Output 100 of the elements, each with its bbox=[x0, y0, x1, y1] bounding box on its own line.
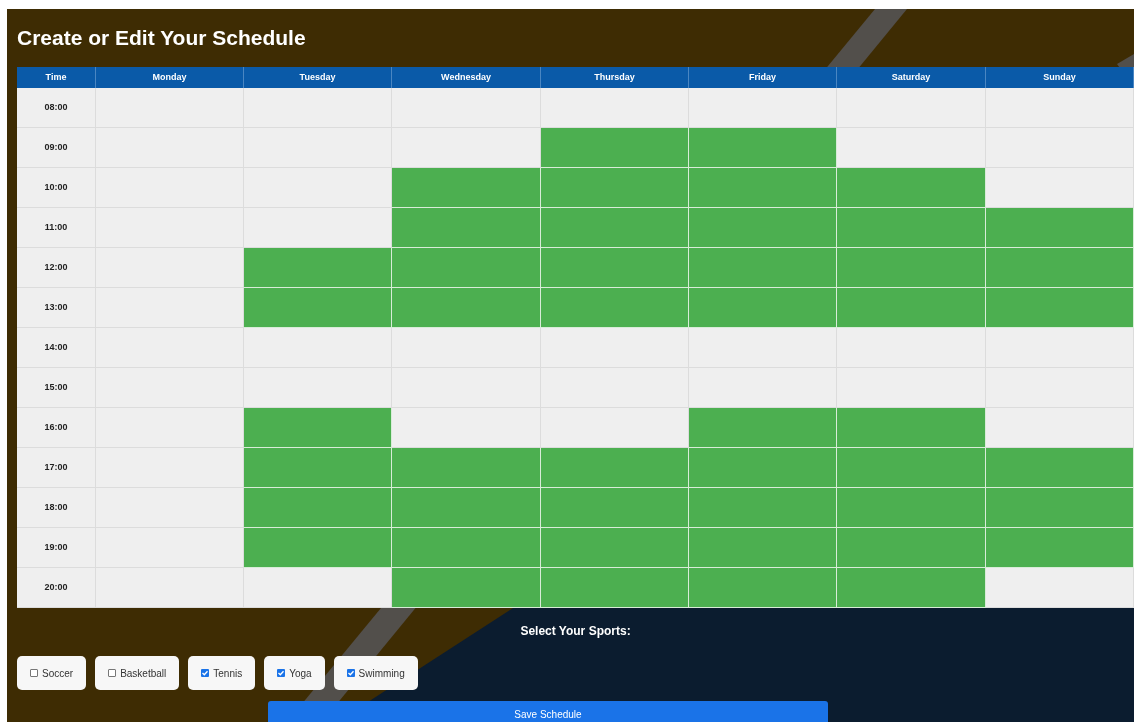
schedule-slot[interactable] bbox=[986, 528, 1134, 568]
schedule-slot[interactable] bbox=[244, 408, 392, 448]
sport-option[interactable]: Yoga bbox=[264, 656, 325, 690]
schedule-slot[interactable] bbox=[96, 328, 244, 368]
schedule-slot[interactable] bbox=[986, 88, 1134, 128]
schedule-slot[interactable] bbox=[541, 168, 689, 208]
schedule-slot[interactable] bbox=[689, 208, 837, 248]
schedule-slot[interactable] bbox=[986, 128, 1134, 168]
schedule-slot[interactable] bbox=[986, 488, 1134, 528]
schedule-slot[interactable] bbox=[837, 408, 986, 448]
schedule-slot[interactable] bbox=[541, 368, 689, 408]
schedule-slot[interactable] bbox=[96, 248, 244, 288]
schedule-slot[interactable] bbox=[244, 368, 392, 408]
schedule-slot[interactable] bbox=[392, 248, 541, 288]
sport-option[interactable]: Swimming bbox=[333, 656, 418, 690]
schedule-slot[interactable] bbox=[392, 288, 541, 328]
schedule-slot[interactable] bbox=[392, 128, 541, 168]
schedule-slot[interactable] bbox=[986, 288, 1134, 328]
schedule-slot[interactable] bbox=[837, 128, 986, 168]
schedule-slot[interactable] bbox=[986, 408, 1134, 448]
schedule-slot[interactable] bbox=[244, 328, 392, 368]
schedule-slot[interactable] bbox=[541, 448, 689, 488]
schedule-slot[interactable] bbox=[96, 568, 244, 608]
schedule-slot[interactable] bbox=[837, 168, 986, 208]
schedule-slot[interactable] bbox=[541, 128, 689, 168]
schedule-slot[interactable] bbox=[96, 368, 244, 408]
schedule-slot[interactable] bbox=[244, 168, 392, 208]
schedule-slot[interactable] bbox=[541, 488, 689, 528]
schedule-slot[interactable] bbox=[96, 528, 244, 568]
schedule-slot[interactable] bbox=[244, 248, 392, 288]
schedule-slot[interactable] bbox=[96, 448, 244, 488]
schedule-slot[interactable] bbox=[244, 128, 392, 168]
schedule-slot[interactable] bbox=[96, 408, 244, 448]
schedule-slot[interactable] bbox=[689, 88, 837, 128]
schedule-slot[interactable] bbox=[244, 88, 392, 128]
schedule-slot[interactable] bbox=[541, 288, 689, 328]
schedule-slot[interactable] bbox=[244, 488, 392, 528]
schedule-slot[interactable] bbox=[689, 448, 837, 488]
sport-label: Tennis bbox=[213, 666, 243, 681]
schedule-slot[interactable] bbox=[244, 528, 392, 568]
schedule-slot[interactable] bbox=[244, 448, 392, 488]
schedule-slot[interactable] bbox=[541, 88, 689, 128]
schedule-slot[interactable] bbox=[689, 128, 837, 168]
schedule-slot[interactable] bbox=[96, 488, 244, 528]
schedule-slot[interactable] bbox=[986, 248, 1134, 288]
schedule-slot[interactable] bbox=[689, 328, 837, 368]
schedule-slot[interactable] bbox=[837, 368, 986, 408]
schedule-slot[interactable] bbox=[689, 528, 837, 568]
schedule-slot[interactable] bbox=[986, 168, 1134, 208]
schedule-slot[interactable] bbox=[689, 488, 837, 528]
schedule-slot[interactable] bbox=[837, 248, 986, 288]
save-schedule-button[interactable]: Save Schedule bbox=[268, 701, 828, 722]
column-header: Friday bbox=[689, 67, 837, 88]
schedule-slot[interactable] bbox=[986, 368, 1134, 408]
sport-option[interactable]: Basketball bbox=[95, 656, 180, 690]
schedule-slot[interactable] bbox=[96, 88, 244, 128]
column-header: Time bbox=[17, 67, 96, 88]
schedule-slot[interactable] bbox=[689, 568, 837, 608]
schedule-slot[interactable] bbox=[96, 288, 244, 328]
schedule-slot[interactable] bbox=[837, 88, 986, 128]
schedule-slot[interactable] bbox=[986, 448, 1134, 488]
schedule-slot[interactable] bbox=[392, 168, 541, 208]
schedule-slot[interactable] bbox=[96, 208, 244, 248]
schedule-slot[interactable] bbox=[541, 408, 689, 448]
schedule-slot[interactable] bbox=[541, 208, 689, 248]
schedule-slot[interactable] bbox=[837, 288, 986, 328]
schedule-slot[interactable] bbox=[689, 168, 837, 208]
schedule-slot[interactable] bbox=[986, 208, 1134, 248]
schedule-slot[interactable] bbox=[837, 208, 986, 248]
schedule-slot[interactable] bbox=[837, 528, 986, 568]
schedule-slot[interactable] bbox=[392, 568, 541, 608]
schedule-slot[interactable] bbox=[392, 408, 541, 448]
sport-option[interactable]: Soccer bbox=[17, 656, 87, 690]
schedule-slot[interactable] bbox=[837, 568, 986, 608]
checkbox[interactable] bbox=[108, 669, 117, 677]
schedule-slot[interactable] bbox=[392, 528, 541, 568]
checkbox[interactable] bbox=[30, 669, 38, 677]
schedule-slot[interactable] bbox=[392, 368, 541, 408]
schedule-slot[interactable] bbox=[837, 448, 986, 488]
schedule-slot[interactable] bbox=[392, 328, 541, 368]
sport-option[interactable]: Tennis bbox=[188, 656, 256, 690]
schedule-slot[interactable] bbox=[541, 248, 689, 288]
schedule-slot[interactable] bbox=[837, 328, 986, 368]
schedule-slot[interactable] bbox=[244, 208, 392, 248]
schedule-slot[interactable] bbox=[392, 448, 541, 488]
schedule-slot[interactable] bbox=[689, 288, 837, 328]
schedule-slot[interactable] bbox=[392, 88, 541, 128]
schedule-slot[interactable] bbox=[837, 488, 986, 528]
schedule-slot[interactable] bbox=[244, 288, 392, 328]
schedule-slot[interactable] bbox=[986, 328, 1134, 368]
schedule-slot[interactable] bbox=[541, 328, 689, 368]
schedule-slot[interactable] bbox=[689, 368, 837, 408]
schedule-slot[interactable] bbox=[689, 408, 837, 448]
schedule-slot[interactable] bbox=[392, 488, 541, 528]
schedule-slot[interactable] bbox=[986, 568, 1134, 608]
schedule-slot[interactable] bbox=[541, 528, 689, 568]
schedule-slot[interactable] bbox=[244, 568, 392, 608]
schedule-slot[interactable] bbox=[392, 208, 541, 248]
schedule-slot[interactable] bbox=[541, 568, 689, 608]
schedule-slot[interactable] bbox=[689, 248, 837, 288]
